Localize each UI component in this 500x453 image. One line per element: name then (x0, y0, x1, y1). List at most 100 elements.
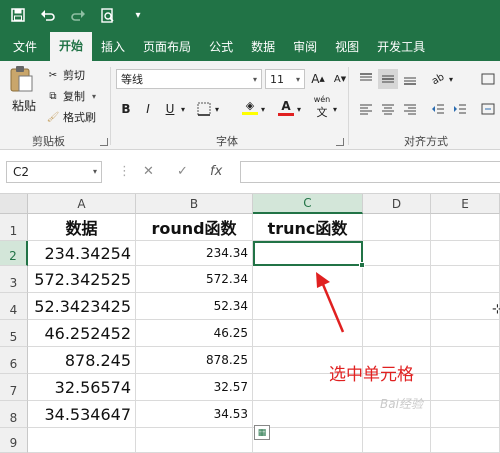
paste-icon[interactable] (8, 65, 34, 93)
align-top-icon[interactable] (356, 69, 376, 89)
cell-b7[interactable]: 32.57 (136, 374, 253, 401)
cell-a8[interactable]: 34.534647 (28, 401, 136, 428)
cell-e9[interactable] (431, 428, 500, 453)
cell-e8[interactable] (431, 401, 500, 428)
cell-a2[interactable]: 234.34254 (28, 241, 136, 266)
fill-color-icon[interactable]: ◈ (240, 97, 260, 117)
customize-icon[interactable]: ▾ (126, 3, 150, 27)
cell-e5[interactable] (431, 320, 500, 347)
increase-indent-icon[interactable] (450, 99, 470, 119)
column-header-c[interactable]: C (253, 194, 363, 214)
align-center-icon[interactable] (378, 99, 398, 119)
merge-center-icon[interactable] (478, 99, 498, 119)
cell-e3[interactable] (431, 266, 500, 293)
cell-a9[interactable] (28, 428, 136, 453)
shrink-font-button[interactable]: A ▼ (330, 69, 350, 89)
cell-a4[interactable]: 52.3423425 (28, 293, 136, 320)
cell-e4[interactable] (431, 293, 500, 320)
font-color-icon[interactable]: A (276, 97, 296, 117)
row-header-4[interactable]: 4 (0, 293, 28, 320)
select-all-corner[interactable] (0, 194, 28, 214)
cell-e7[interactable] (431, 374, 500, 401)
cell-a1[interactable]: 数据 (28, 214, 136, 241)
cell-c8[interactable] (253, 401, 363, 428)
cell-d5[interactable] (363, 320, 431, 347)
phonetic-guide-button[interactable]: wén 文 (312, 95, 332, 119)
cell-a6[interactable]: 878.245 (28, 347, 136, 374)
bold-button[interactable]: B (116, 99, 136, 119)
paste-button[interactable]: 粘贴 (12, 97, 36, 114)
chevron-down-icon[interactable]: ▾ (258, 99, 268, 119)
row-header-7[interactable]: 7 (0, 374, 28, 401)
tab-developer[interactable]: 开发工具 (368, 34, 434, 61)
cell-d1[interactable] (363, 214, 431, 241)
insert-function-icon[interactable]: fx (210, 164, 222, 179)
row-header-1[interactable]: 1 (0, 214, 28, 241)
row-header-9[interactable]: 9 (0, 428, 28, 453)
cell-b9[interactable] (136, 428, 253, 453)
tab-view[interactable]: 视图 (326, 34, 368, 61)
cell-b8[interactable]: 34.53 (136, 401, 253, 428)
chevron-down-icon[interactable]: ▾ (294, 99, 304, 119)
name-box[interactable]: C2 ▾ (6, 161, 102, 183)
cell-b1[interactable]: round函数 (136, 214, 253, 241)
align-right-icon[interactable] (400, 99, 420, 119)
cell-c1[interactable]: trunc函数 (253, 214, 363, 241)
cell-d2[interactable] (363, 241, 431, 266)
row-header-6[interactable]: 6 (0, 347, 28, 374)
cancel-icon[interactable]: ✕ (143, 164, 154, 179)
cell-a7[interactable]: 32.56574 (28, 374, 136, 401)
orientation-button[interactable]: ab (428, 69, 448, 89)
print-preview-icon[interactable] (96, 3, 120, 27)
column-header-e[interactable]: E (431, 194, 500, 214)
tab-formulas[interactable]: 公式 (200, 34, 242, 61)
wrap-text-icon[interactable] (478, 69, 498, 89)
column-header-a[interactable]: A (28, 194, 136, 214)
row-header-5[interactable]: 5 (0, 320, 28, 347)
align-bottom-icon[interactable] (400, 69, 420, 89)
tab-page-layout[interactable]: 页面布局 (134, 34, 200, 61)
cell-d4[interactable] (363, 293, 431, 320)
font-name-combo[interactable]: 等线 ▾ (116, 69, 262, 89)
column-header-b[interactable]: B (136, 194, 253, 214)
cell-a5[interactable]: 46.252452 (28, 320, 136, 347)
undo-icon[interactable] (36, 3, 60, 27)
cell-e2[interactable] (431, 241, 500, 266)
cell-e6[interactable] (431, 347, 500, 374)
row-header-8[interactable]: 8 (0, 401, 28, 428)
font-size-combo[interactable]: 11 ▾ (265, 69, 305, 89)
cell-b3[interactable]: 572.34 (136, 266, 253, 293)
clipboard-dialog-launcher[interactable] (100, 138, 108, 146)
cell-e1[interactable] (431, 214, 500, 241)
cell-b4[interactable]: 52.34 (136, 293, 253, 320)
quick-analysis-icon[interactable]: ▦ (254, 425, 270, 440)
tab-data[interactable]: 数据 (242, 34, 284, 61)
cell-b5[interactable]: 46.25 (136, 320, 253, 347)
chevron-down-icon[interactable]: ▾ (330, 99, 340, 119)
underline-button[interactable]: U (160, 99, 180, 119)
fill-handle[interactable] (359, 262, 365, 268)
redo-icon[interactable] (66, 3, 90, 27)
save-icon[interactable] (6, 3, 30, 27)
row-header-3[interactable]: 3 (0, 266, 28, 293)
cut-button[interactable]: ✂ 剪切 (46, 67, 85, 83)
formula-input[interactable] (240, 161, 500, 183)
tab-file[interactable]: 文件 (4, 34, 46, 61)
cell-d9[interactable] (363, 428, 431, 453)
tab-insert[interactable]: 插入 (92, 34, 134, 61)
grow-font-button[interactable]: A ▲ (308, 69, 328, 89)
format-painter-button[interactable]: 🖌 格式刷 (46, 109, 96, 125)
tab-review[interactable]: 审阅 (284, 34, 326, 61)
chevron-down-icon[interactable]: ▾ (212, 99, 222, 119)
align-left-icon[interactable] (356, 99, 376, 119)
copy-button[interactable]: ⧉ 复制 ▾ (46, 88, 96, 104)
row-header-2[interactable]: 2 (0, 241, 28, 266)
cell-d3[interactable] (363, 266, 431, 293)
cell-a3[interactable]: 572.342525 (28, 266, 136, 293)
chevron-down-icon[interactable]: ▾ (446, 69, 456, 89)
borders-icon[interactable] (194, 99, 214, 119)
tab-home[interactable]: 开始 (50, 32, 93, 61)
column-header-d[interactable]: D (363, 194, 431, 214)
align-middle-icon[interactable] (378, 69, 398, 89)
chevron-down-icon[interactable]: ▾ (178, 99, 188, 119)
